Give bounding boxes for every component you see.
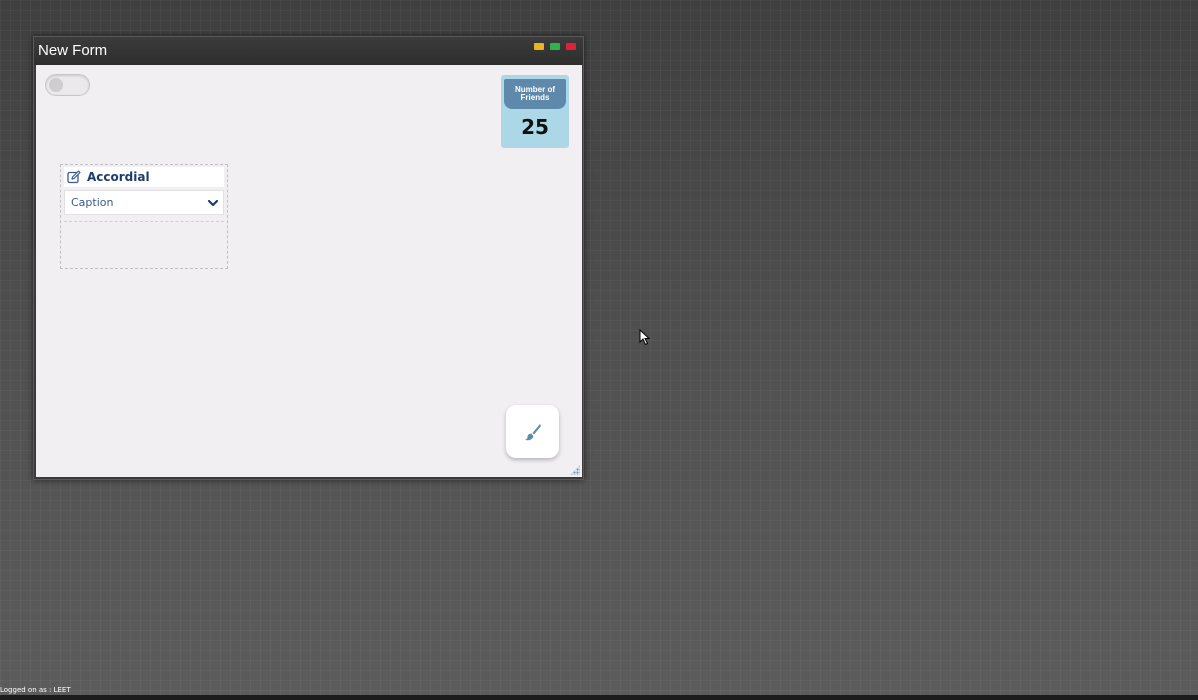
- maximize-button[interactable]: [550, 43, 560, 50]
- form-window: New Form Number of Friends 25 Accordial …: [33, 36, 584, 480]
- logged-on-status: Logged on as : LEET: [0, 686, 71, 694]
- close-button[interactable]: [566, 43, 576, 50]
- chevron-down-icon: [207, 199, 219, 206]
- toggle-switch[interactable]: [45, 74, 90, 96]
- accordion-item[interactable]: Caption: [64, 190, 224, 215]
- resize-grip[interactable]: [570, 465, 580, 475]
- window-titlebar[interactable]: New Form: [34, 37, 583, 65]
- paint-brush-button[interactable]: [506, 405, 559, 458]
- bottom-bar: [0, 695, 1198, 700]
- form-canvas: Number of Friends 25 Accordial Caption: [36, 65, 582, 477]
- edit-icon[interactable]: [67, 170, 81, 184]
- accordion[interactable]: Accordial Caption: [60, 164, 228, 269]
- mouse-cursor-icon: [639, 329, 650, 346]
- paint-brush-icon: [524, 423, 541, 440]
- window-title: New Form: [38, 42, 108, 59]
- number-of-friends-widget[interactable]: Number of Friends 25: [501, 75, 569, 148]
- toggle-knob: [49, 78, 63, 92]
- minimize-button[interactable]: [534, 43, 544, 50]
- stat-label: Number of Friends: [504, 79, 566, 109]
- accordion-divider: [64, 221, 224, 222]
- stat-value: 25: [521, 115, 549, 139]
- accordion-title: Accordial: [87, 170, 150, 184]
- accordion-item-caption: Caption: [71, 196, 114, 209]
- accordion-header[interactable]: Accordial: [64, 167, 224, 187]
